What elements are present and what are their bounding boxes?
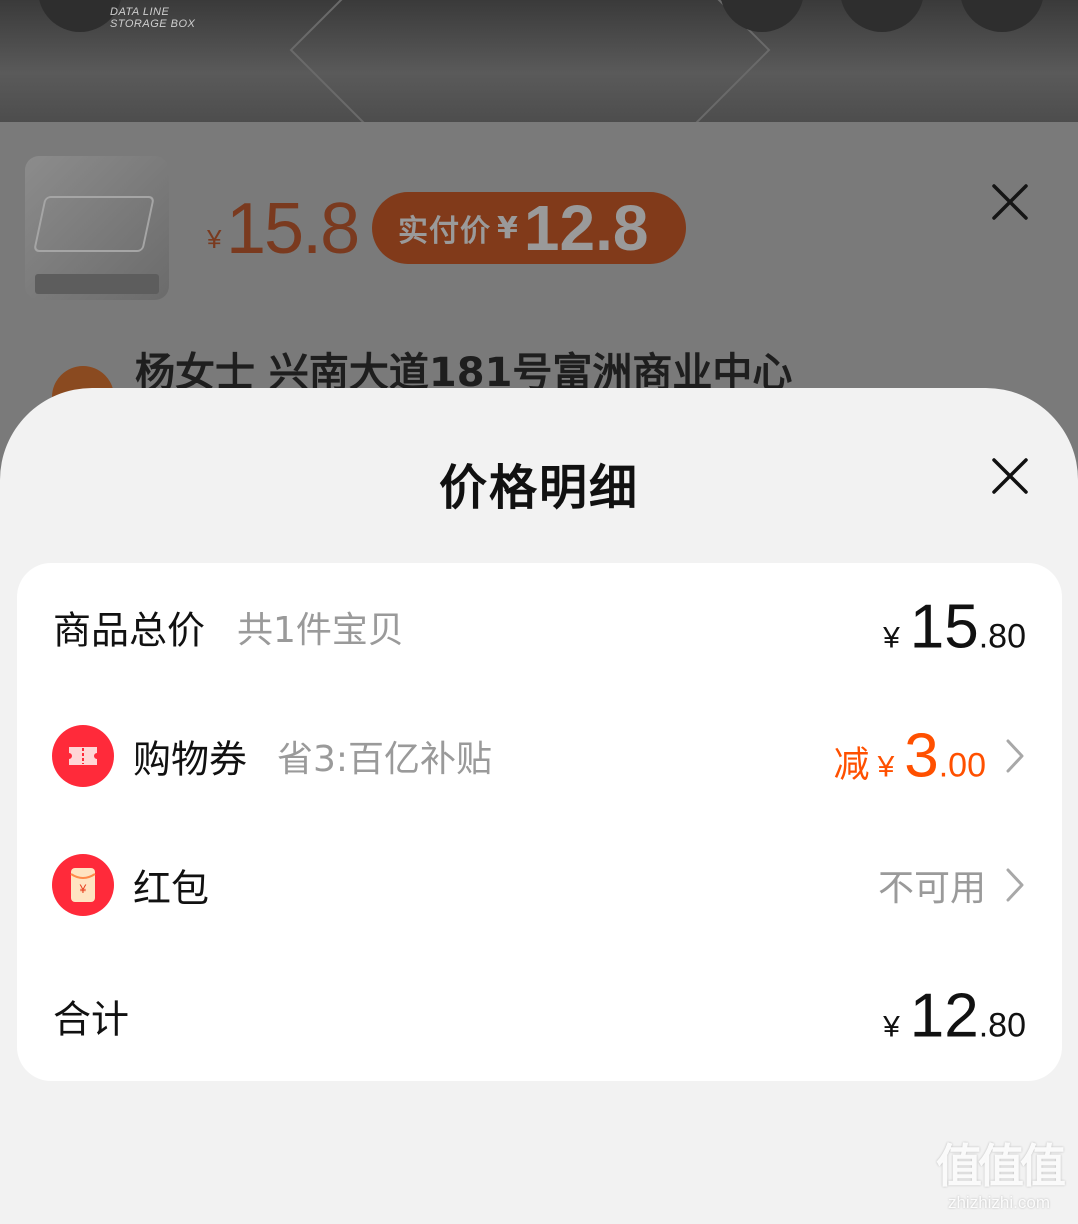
banner-circle-button <box>840 0 924 32</box>
ticket-icon <box>52 725 114 787</box>
product-thumbnail[interactable] <box>25 156 169 300</box>
coupon-discount-amount: 减 ¥ 3 .00 <box>833 721 986 791</box>
coupon-row[interactable]: 购物券 省3:百亿补贴 减 ¥ 3 .00 <box>17 716 1062 796</box>
product-price: 15.8 <box>226 189 360 269</box>
goods-total-label: 商品总价 <box>53 608 206 653</box>
watermark-logo: 值值值 zhizhizhi.com <box>936 1139 1066 1212</box>
goods-total-amount: ¥ 15 .80 <box>883 592 1026 662</box>
close-icon[interactable] <box>990 182 1030 222</box>
paid-price-label: 实付价 <box>398 214 491 249</box>
chevron-right-icon <box>1006 868 1024 902</box>
red-envelope-icon: ¥ <box>52 854 114 916</box>
chevron-right-icon <box>1006 739 1024 773</box>
sum-row: 合计 ¥ 12 .80 <box>17 976 1062 1056</box>
banner-caption: DATA LINE STORAGE BOX <box>110 6 196 30</box>
close-icon[interactable] <box>990 456 1030 496</box>
price-currency: ¥ <box>207 224 222 254</box>
paid-price-value: 12.8 <box>523 192 649 264</box>
banner-circle-button <box>960 0 1044 32</box>
paid-price-currency: ¥ <box>497 210 518 246</box>
paid-price-badge: 实付价 ¥ 12.8 <box>372 192 686 264</box>
red-packet-row[interactable]: ¥ 红包 不可用 <box>17 845 1062 925</box>
svg-text:¥: ¥ <box>79 882 87 896</box>
coupon-description: 省3:百亿补贴 <box>277 739 493 780</box>
sum-amount: ¥ 12 .80 <box>883 981 1026 1051</box>
sheet-title: 价格明细 <box>438 460 639 516</box>
red-packet-status: 不可用 <box>877 868 986 909</box>
goods-total-row: 商品总价 共1件宝贝 ¥ 15 .80 <box>17 587 1062 667</box>
goods-count-text: 共1件宝贝 <box>237 610 404 651</box>
sum-label: 合计 <box>53 997 130 1042</box>
screen: DATA LINE STORAGE BOX ¥ 15.8 实付价 ¥ 12.8 … <box>0 0 1078 1224</box>
product-banner-image: DATA LINE STORAGE BOX <box>0 0 1078 122</box>
coupon-label: 购物券 <box>133 737 248 782</box>
banner-decoration <box>289 0 771 122</box>
red-packet-label: 红包 <box>133 866 210 911</box>
